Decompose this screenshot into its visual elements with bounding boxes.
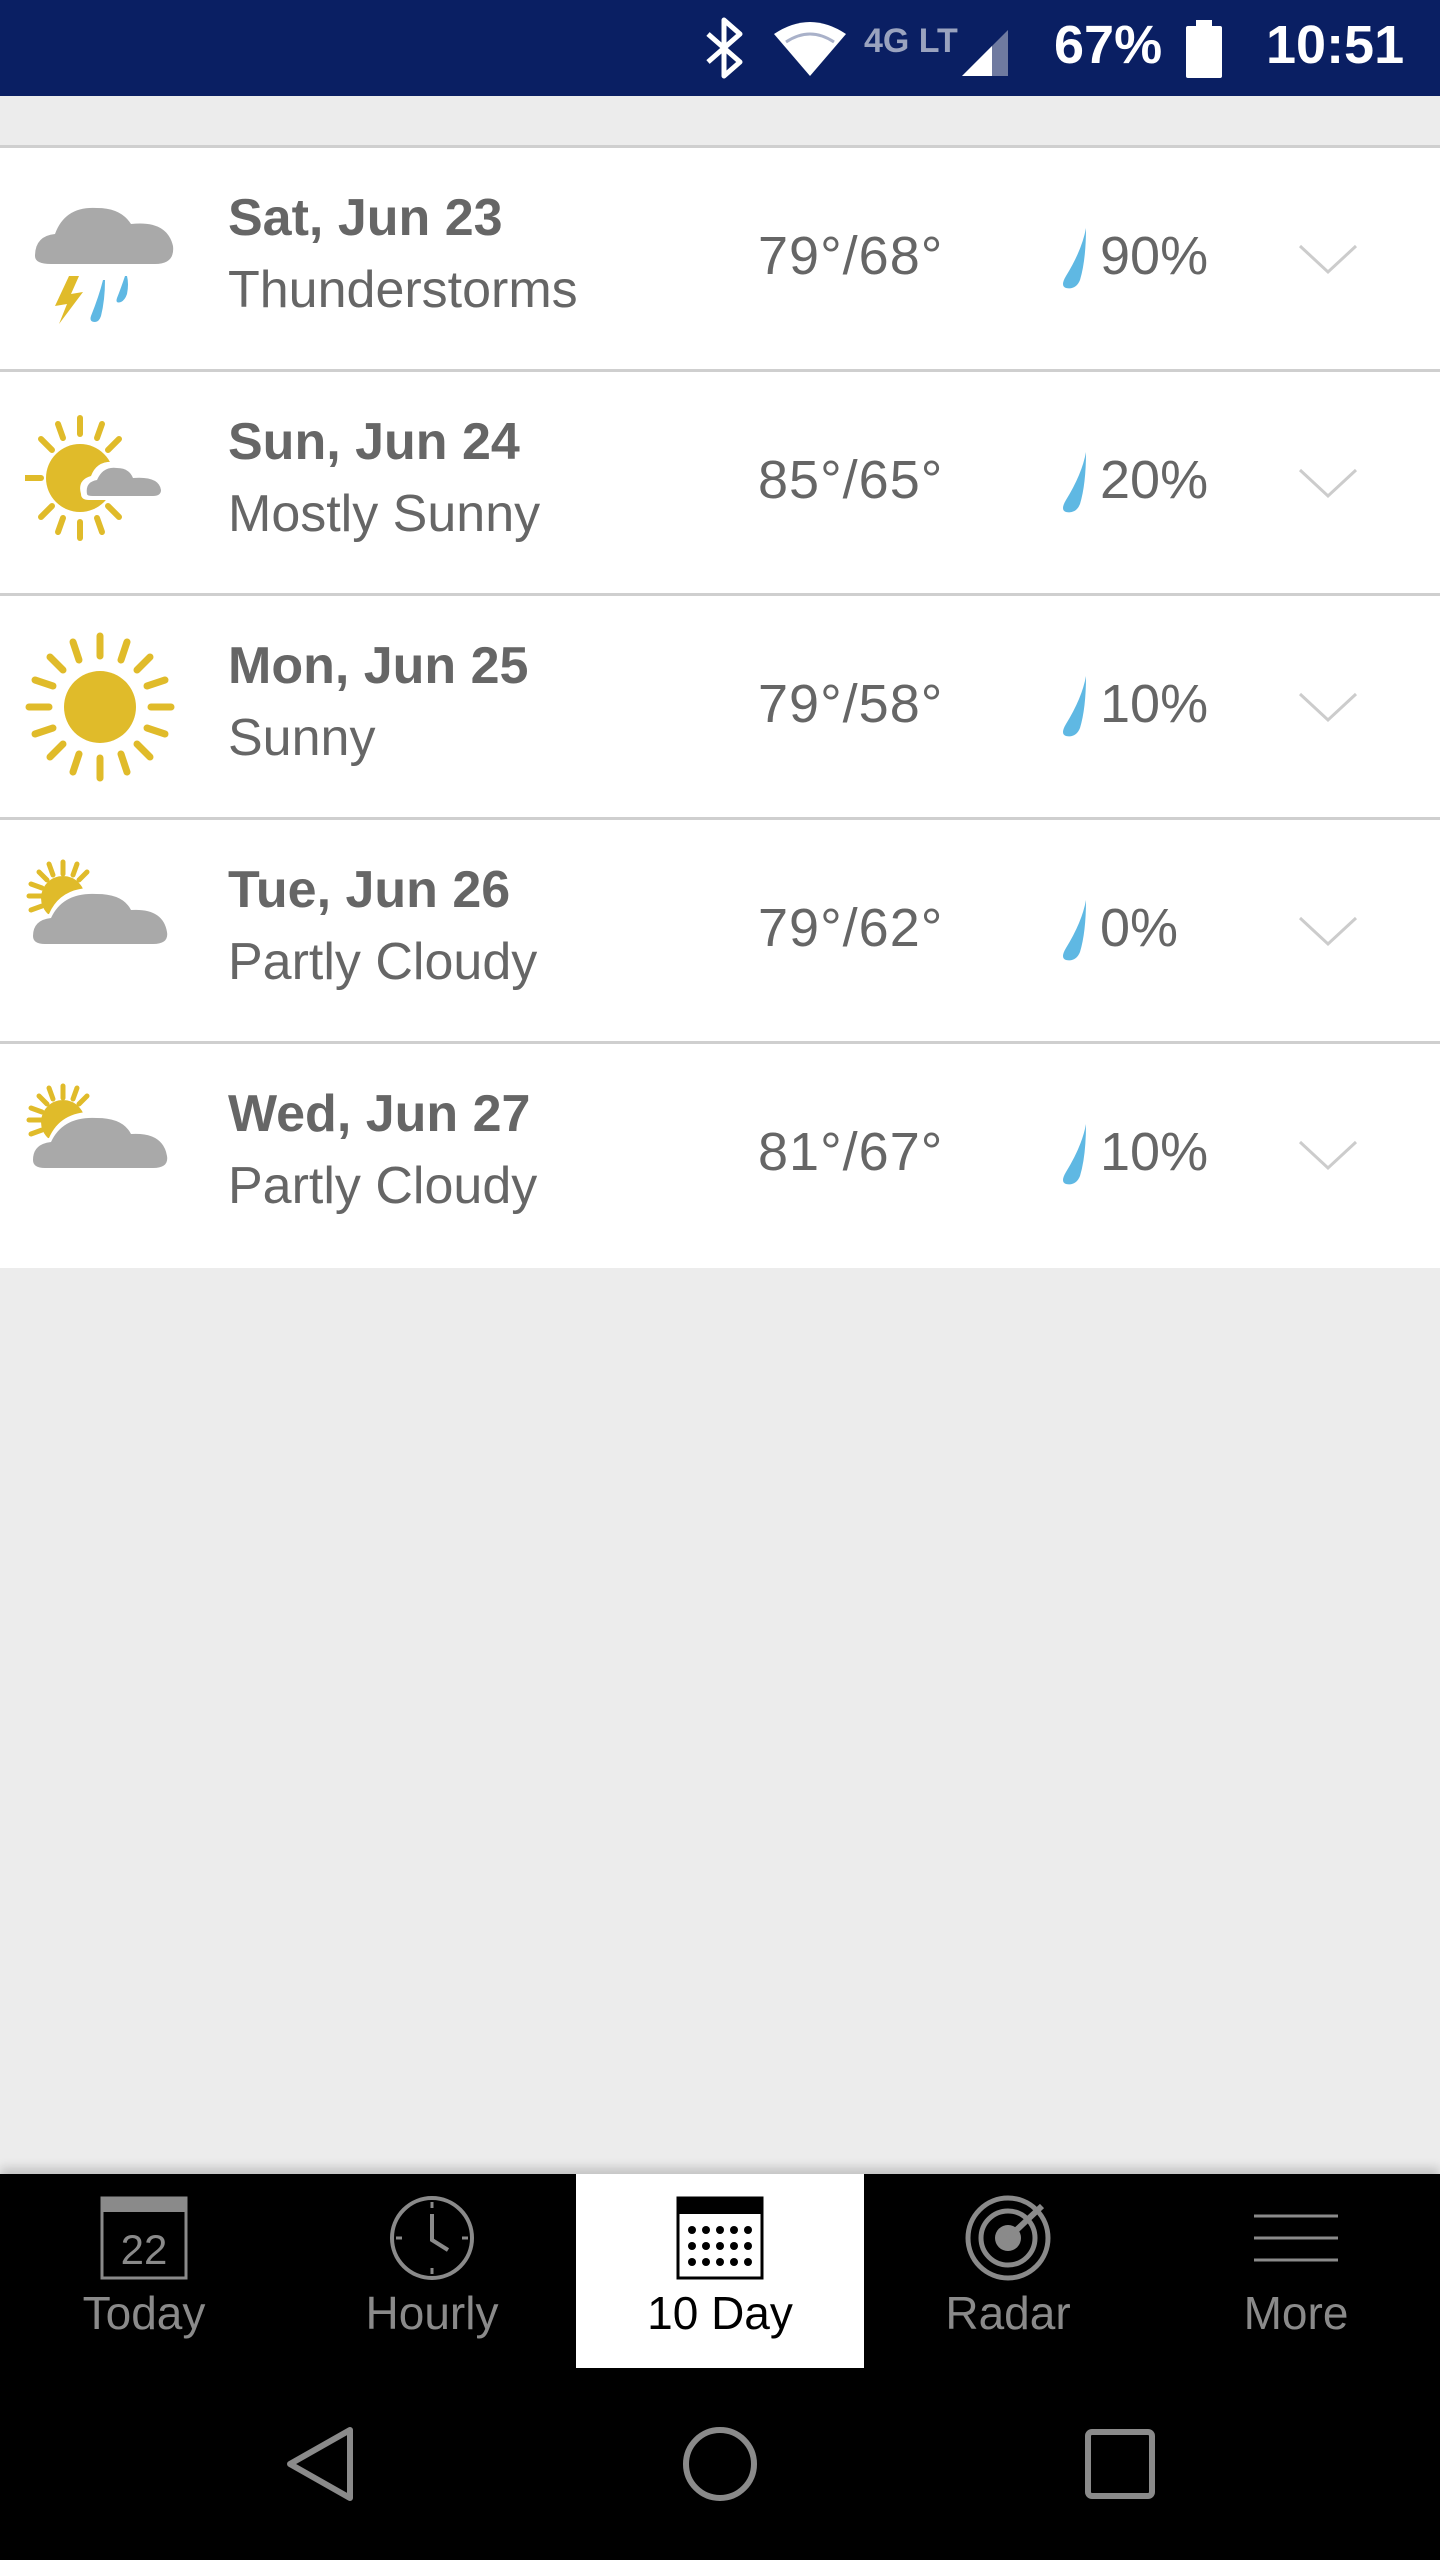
- sunny-icon: [25, 632, 175, 782]
- forecast-row[interactable]: Sat, Jun 23 Thunderstorms 79°/68° 90%: [0, 148, 1440, 372]
- lte-text: 4G LTE: [864, 22, 958, 60]
- tab-label: Today: [82, 2287, 206, 2339]
- radar-icon: [965, 2195, 1051, 2281]
- clock-time: 10:51: [1266, 15, 1405, 75]
- mostly-sunny-icon: [25, 415, 167, 541]
- forecast-condition: Thunderstorms: [228, 261, 578, 319]
- back-icon[interactable]: [280, 2424, 360, 2504]
- forecast-temps: 81°/67°: [758, 1122, 944, 1182]
- raindrop-icon: [1063, 676, 1086, 737]
- precip-chance: 0%: [1100, 898, 1179, 958]
- precip-chance: 10%: [1100, 1122, 1209, 1182]
- clock-icon: [390, 2196, 474, 2280]
- forecast-temps: 85°/65°: [758, 450, 944, 510]
- forecast-row[interactable]: Wed, Jun 27 Partly Cloudy 81°/67° 10%: [0, 1044, 1440, 1268]
- chevron-down-icon[interactable]: [1296, 240, 1360, 280]
- status-bar: 4G LTE 67% 10:51: [0, 0, 1440, 96]
- tab-more[interactable]: More: [1152, 2174, 1440, 2368]
- tab-label: Hourly: [365, 2287, 499, 2339]
- forecast-date: Sun, Jun 24: [228, 413, 520, 471]
- raindrop-icon: [1063, 900, 1086, 961]
- forecast-temps: 79°/68°: [758, 226, 944, 286]
- forecast-list: Sat, Jun 23 Thunderstorms 79°/68° 90% Su…: [0, 145, 1440, 1268]
- raindrop-icon: [1063, 228, 1086, 289]
- thunderstorm-icon: [35, 207, 174, 324]
- chevron-down-icon[interactable]: [1296, 464, 1360, 504]
- tab-label: Radar: [945, 2287, 1071, 2339]
- forecast-date: Mon, Jun 25: [228, 637, 529, 695]
- chevron-down-icon[interactable]: [1296, 688, 1360, 728]
- forecast-row[interactable]: Tue, Jun 26 Partly Cloudy 79°/62° 0%: [0, 820, 1440, 1044]
- tab-hourly[interactable]: Hourly: [288, 2174, 576, 2368]
- forecast-row[interactable]: Mon, Jun 25 Sunny 79°/58° 10%: [0, 596, 1440, 820]
- forecast-date: Sat, Jun 23: [228, 189, 503, 247]
- raindrop-icon: [1063, 452, 1086, 513]
- partly-cloudy-icon: [26, 1083, 174, 1172]
- forecast-date: Wed, Jun 27: [228, 1085, 531, 1143]
- calendar-day-number: 22: [121, 2226, 168, 2273]
- forecast-condition: Sunny: [228, 709, 376, 767]
- precip-chance: 20%: [1100, 450, 1209, 510]
- forecast-temps: 79°/58°: [758, 674, 944, 734]
- bluetooth-icon: [700, 0, 750, 96]
- partly-cloudy-icon: [26, 859, 174, 948]
- forecast-condition: Partly Cloudy: [228, 1157, 538, 1215]
- tab-radar[interactable]: Radar: [864, 2174, 1152, 2368]
- tab-today[interactable]: 22 Today: [0, 2174, 288, 2368]
- calendar-day-icon: 22: [100, 2196, 188, 2280]
- forecast-condition: Partly Cloudy: [228, 933, 538, 991]
- raindrop-icon: [1063, 1124, 1086, 1185]
- menu-icon: [1254, 2214, 1338, 2262]
- lte-icon: 4G LTE: [862, 0, 958, 96]
- forecast-row[interactable]: Sun, Jun 24 Mostly Sunny 85°/65° 20%: [0, 372, 1440, 596]
- forecast-temps: 79°/62°: [758, 898, 944, 958]
- battery-icon: [1184, 0, 1224, 96]
- tab-10-day[interactable]: 10 Day: [576, 2174, 864, 2368]
- chevron-down-icon[interactable]: [1296, 912, 1360, 952]
- forecast-date: Tue, Jun 26: [228, 861, 511, 919]
- forecast-condition: Mostly Sunny: [228, 485, 541, 543]
- battery-percent: 67%: [1054, 15, 1163, 75]
- tab-label: 10 Day: [647, 2287, 793, 2339]
- signal-icon: [958, 0, 1012, 96]
- precip-chance: 10%: [1100, 674, 1209, 734]
- system-nav-bar: [0, 2368, 1440, 2560]
- tab-label: More: [1243, 2287, 1349, 2339]
- precip-chance: 90%: [1100, 226, 1209, 286]
- chevron-down-icon[interactable]: [1296, 1136, 1360, 1176]
- bottom-tab-bar: 22 Today Hourly 10 Day Radar More: [0, 2174, 1440, 2368]
- wifi-icon: [772, 0, 848, 96]
- recents-icon[interactable]: [1080, 2424, 1160, 2504]
- home-icon[interactable]: [680, 2424, 760, 2504]
- calendar-grid-icon: [676, 2196, 764, 2280]
